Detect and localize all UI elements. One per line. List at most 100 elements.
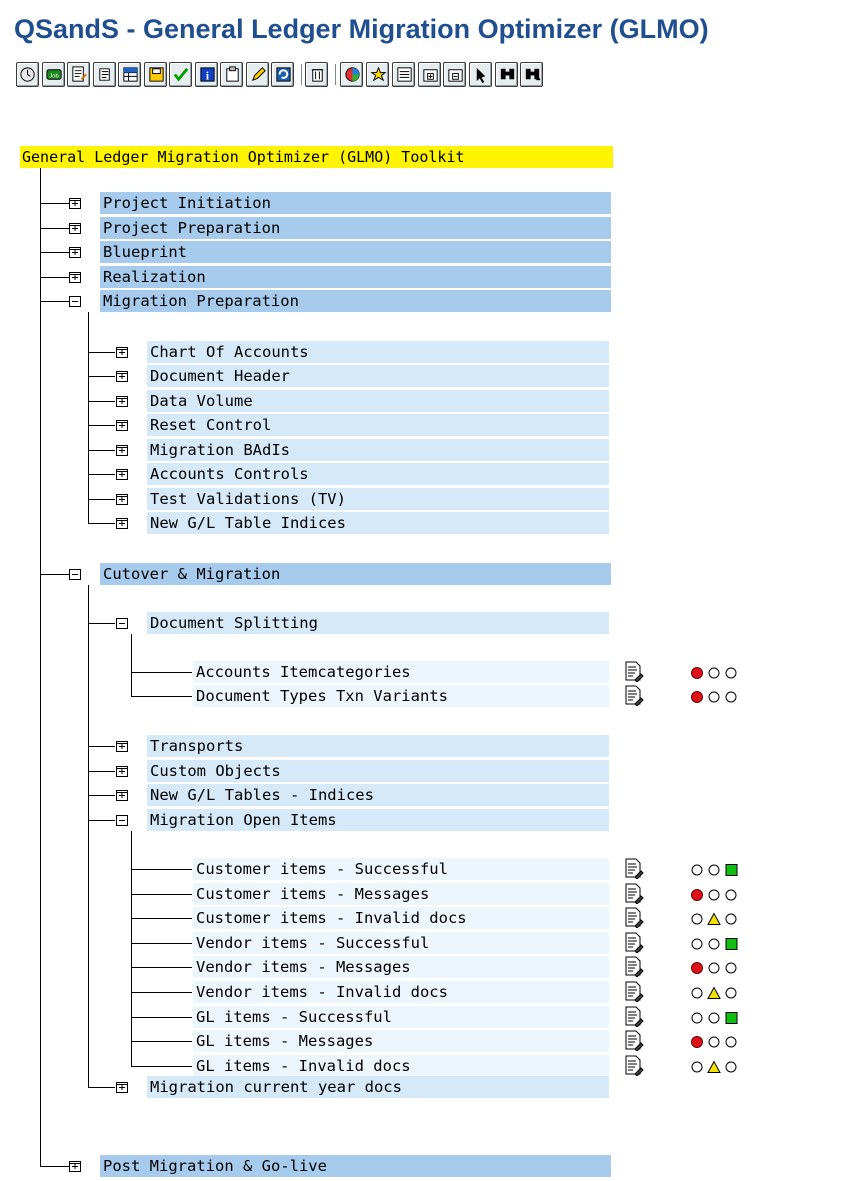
expand-node-icon[interactable] (116, 347, 128, 358)
display-document-icon[interactable] (624, 956, 644, 977)
expand-node-icon[interactable] (69, 247, 81, 258)
expand-node-icon[interactable] (116, 741, 128, 752)
tree-node-label: Project Initiation (103, 194, 271, 212)
tree-node-accounts-controls[interactable]: Accounts Controls (147, 463, 609, 485)
expand-node-icon[interactable] (69, 223, 81, 234)
tree-leaf-gl-items-messages[interactable]: GL items - Messages (193, 1030, 609, 1052)
toolbar-separator (301, 64, 302, 85)
tree-node-label: Document Types Txn Variants (196, 687, 448, 705)
find-button[interactable] (494, 62, 518, 87)
tree-node-migration-badis[interactable]: Migration BAdIs (147, 439, 609, 461)
tree-root-header: General Ledger Migration Optimizer (GLMO… (20, 146, 613, 168)
tree-leaf-customer-items-messages[interactable]: Customer items - Messages (193, 883, 609, 905)
traffic-light-green-icon (691, 938, 738, 950)
tree-node-document-header[interactable]: Document Header (147, 365, 609, 387)
tree-leaf-gl-items-successful[interactable]: GL items - Successful (193, 1006, 609, 1028)
expand-button[interactable] (417, 62, 441, 87)
tree-leaf-customer-items-invalid-docs[interactable]: Customer items - Invalid docs (193, 907, 609, 929)
expand-node-icon[interactable] (116, 420, 128, 431)
pencil-button[interactable] (245, 62, 269, 87)
tree-node-project-initiation[interactable]: Project Initiation (100, 192, 611, 214)
scroll-button[interactable] (92, 62, 116, 87)
tree-node-document-splitting[interactable]: Document Splitting (147, 612, 609, 634)
clipboard-button[interactable] (220, 62, 243, 87)
expand-node-icon[interactable] (69, 272, 81, 283)
document-edit-button[interactable] (67, 62, 90, 87)
tree-node-label: Blueprint (103, 243, 187, 261)
star-button[interactable] (366, 62, 389, 87)
tree-node-project-preparation[interactable]: Project Preparation (100, 217, 611, 239)
collapse-node-icon[interactable] (69, 296, 81, 307)
collapse-node-icon[interactable] (69, 569, 81, 580)
tree-node-blueprint[interactable]: Blueprint (100, 241, 611, 263)
tree-node-migration-open-items[interactable]: Migration Open Items (147, 809, 609, 831)
display-document-icon[interactable] (624, 685, 644, 706)
tree-leaf-vendor-items-successful[interactable]: Vendor items - Successful (193, 932, 609, 954)
collapse-node-icon[interactable] (116, 618, 128, 629)
expand-node-icon[interactable] (116, 371, 128, 382)
tree-leaf-accounts-itemcategories[interactable]: Accounts Itemcategories (193, 661, 609, 683)
tree-node-reset-control[interactable]: Reset Control (147, 414, 609, 436)
tree-node-label: Accounts Controls (150, 465, 309, 483)
tree-node-migration-current-year-docs[interactable]: Migration current year docs (147, 1076, 609, 1098)
info-button[interactable]: i (194, 62, 218, 87)
expand-node-icon[interactable] (116, 766, 128, 777)
job-button[interactable]: Job (41, 62, 65, 87)
display-document-icon[interactable] (624, 907, 644, 928)
display-document-icon[interactable] (624, 883, 644, 904)
tree-leaf-vendor-items-messages[interactable]: Vendor items - Messages (193, 956, 609, 978)
tree-node-new-g-l-table-indices[interactable]: New G/L Table Indices (147, 512, 609, 534)
traffic-light-red-icon (691, 1036, 737, 1048)
list-button[interactable] (392, 62, 415, 87)
tree-connector-line (88, 401, 115, 402)
traffic-light-red-icon (691, 962, 737, 974)
expand-node-icon[interactable] (69, 198, 81, 209)
pointer-button[interactable] (469, 62, 492, 87)
tree-node-data-volume[interactable]: Data Volume (147, 390, 609, 412)
tree-connector-line (88, 376, 115, 377)
tree-node-custom-objects[interactable]: Custom Objects (147, 760, 609, 782)
traffic-light-red-icon (691, 691, 737, 703)
check-button[interactable] (169, 62, 192, 87)
expand-node-icon[interactable] (116, 396, 128, 407)
expand-node-icon[interactable] (116, 469, 128, 480)
display-document-icon[interactable] (624, 858, 644, 879)
collapse-button[interactable] (443, 62, 466, 87)
tree-node-label: Customer items - Invalid docs (196, 909, 467, 927)
color-wheel-button[interactable] (340, 62, 363, 87)
expand-node-icon[interactable] (116, 1082, 128, 1093)
tree-node-post-migration-go-live[interactable]: Post Migration & Go-live (100, 1155, 611, 1177)
expand-node-icon[interactable] (116, 445, 128, 456)
traffic-light-green-icon (691, 864, 738, 876)
expand-node-icon[interactable] (116, 494, 128, 505)
tree-leaf-customer-items-successful[interactable]: Customer items - Successful (193, 858, 609, 880)
tree-leaf-document-types-txn-variants[interactable]: Document Types Txn Variants (193, 685, 609, 707)
tree-leaf-vendor-items-invalid-docs[interactable]: Vendor items - Invalid docs (193, 981, 609, 1003)
tree-node-migration-preparation[interactable]: Migration Preparation (100, 290, 611, 312)
tree-node-chart-of-accounts[interactable]: Chart Of Accounts (147, 341, 609, 363)
tree-leaf-gl-items-invalid-docs[interactable]: GL items - Invalid docs (193, 1055, 609, 1077)
expand-node-icon[interactable] (116, 518, 128, 529)
display-document-icon[interactable] (624, 1030, 644, 1051)
trash-button[interactable] (305, 62, 328, 87)
tree-node-realization[interactable]: Realization (100, 266, 611, 288)
window-title: QSandS - General Ledger Migration Optimi… (14, 14, 709, 44)
table-button[interactable] (118, 62, 141, 87)
clock-button[interactable] (16, 62, 39, 87)
find-next-button[interactable] (520, 62, 543, 87)
display-document-icon[interactable] (624, 932, 644, 953)
display-document-icon[interactable] (624, 661, 644, 682)
collapse-node-icon[interactable] (116, 815, 128, 826)
save-button[interactable] (144, 62, 167, 87)
expand-node-icon[interactable] (69, 1161, 81, 1172)
tree-node-test-validations-tv-[interactable]: Test Validations (TV) (147, 488, 609, 510)
tree-node-cutover-migration[interactable]: Cutover & Migration (100, 563, 611, 585)
display-document-icon[interactable] (624, 1006, 644, 1027)
refresh-button[interactable] (271, 62, 294, 87)
display-document-icon[interactable] (624, 981, 644, 1002)
tree-node-transports[interactable]: Transports (147, 735, 609, 757)
display-document-icon[interactable] (624, 1055, 644, 1076)
tree-node-new-g-l-tables-indices[interactable]: New G/L Tables - Indices (147, 784, 609, 806)
tree-connector-line (131, 1017, 192, 1018)
expand-node-icon[interactable] (116, 790, 128, 801)
